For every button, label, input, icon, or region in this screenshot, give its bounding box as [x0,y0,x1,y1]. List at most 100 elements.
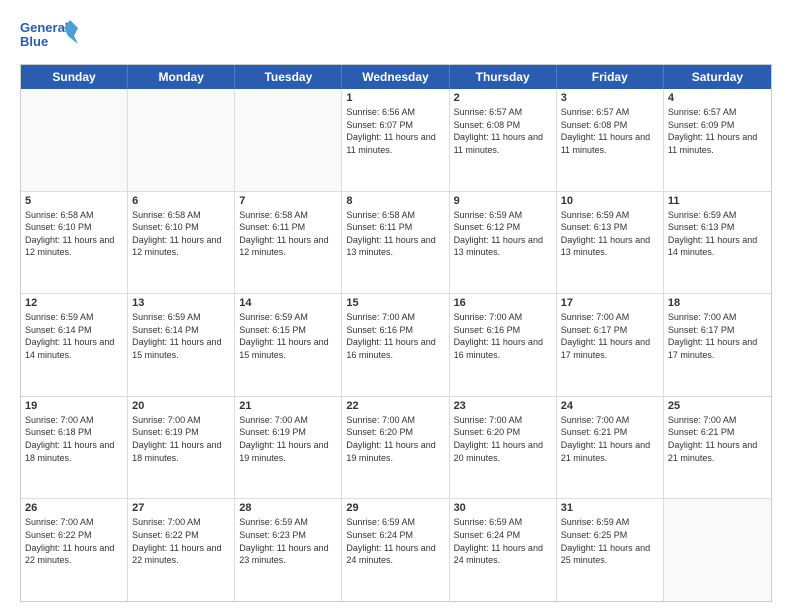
day-info: Sunrise: 7:00 AM Sunset: 6:17 PM Dayligh… [668,311,767,361]
day-info: Sunrise: 7:00 AM Sunset: 6:18 PM Dayligh… [25,414,123,464]
day-cell-20: 20 Sunrise: 7:00 AM Sunset: 6:19 PM Dayli… [128,397,235,499]
day-number: 31 [561,502,659,514]
day-info: Sunrise: 7:00 AM Sunset: 6:17 PM Dayligh… [561,311,659,361]
page: General Blue SundayMondayTuesdayWednesda… [0,0,792,612]
day-number: 30 [454,502,552,514]
day-cell-1: 1Sunrise: 6:56 AM Sunset: 6:07 PM Daylig… [342,89,449,191]
day-cell-23: 23Sunrise: 7:00 AM Sunset: 6:20 PM Dayli… [450,397,557,499]
day-info: Sunrise: 7:00 AM Sunset: 6:16 PM Dayligh… [346,311,444,361]
day-info: Sunrise: 6:58 AM Sunset: 6:11 PM Dayligh… [346,209,444,259]
svg-text:General: General [20,20,68,35]
day-info: Sunrise: 6:58 AM Sunset: 6:10 PM Dayligh… [132,209,230,259]
day-cell-7: 7 Sunrise: 6:58 AM Sunset: 6:11 PM Daylig… [235,192,342,294]
day-info: Sunrise: 7:00 AM Sunset: 6:22 PM Dayligh… [132,516,230,566]
day-info: Sunrise: 6:57 AM Sunset: 6:08 PM Dayligh… [454,106,552,156]
day-info: Sunrise: 6:59 AM Sunset: 6:23 PM Dayligh… [239,516,337,566]
calendar: SundayMondayTuesdayWednesdayThursdayFrid… [20,64,772,602]
day-info: Sunrise: 6:58 AM Sunset: 6:11 PM Dayligh… [239,209,337,259]
day-number: 28 [239,502,337,514]
day-cell-6: 6Sunrise: 6:58 AM Sunset: 6:10 PM Daylig… [128,192,235,294]
day-number: 21 [239,400,337,412]
day-info: Sunrise: 6:58 AM Sunset: 6:10 PM Dayligh… [25,209,123,259]
day-number: 16 [454,297,552,309]
logo-icon: General Blue [20,16,80,56]
day-cell-2: 2Sunrise: 6:57 AM Sunset: 6:08 PM Daylig… [450,89,557,191]
day-info: Sunrise: 7:00 AM Sunset: 6:20 PM Dayligh… [346,414,444,464]
header-cell-saturday: Saturday [664,65,771,89]
day-cell-12: 12 Sunrise: 6:59 AM Sunset: 6:14 PM Dayli… [21,294,128,396]
day-cell-4: 4 Sunrise: 6:57 AM Sunset: 6:09 PM Daylig… [664,89,771,191]
day-cell-13: 13Sunrise: 6:59 AM Sunset: 6:14 PM Dayli… [128,294,235,396]
day-cell-28: 28 Sunrise: 6:59 AM Sunset: 6:23 PM Dayli… [235,499,342,601]
day-number: 20 [132,400,230,412]
day-number: 10 [561,195,659,207]
day-number: 25 [668,400,767,412]
day-number: 19 [25,400,123,412]
day-number: 8 [346,195,444,207]
day-number: 29 [346,502,444,514]
day-cell-26: 26 Sunrise: 7:00 AM Sunset: 6:22 PM Dayli… [21,499,128,601]
day-info: Sunrise: 6:59 AM Sunset: 6:24 PM Dayligh… [346,516,444,566]
day-cell-empty [235,89,342,191]
day-info: Sunrise: 7:00 AM Sunset: 6:16 PM Dayligh… [454,311,552,361]
day-cell-empty [664,499,771,601]
day-cell-22: 22 Sunrise: 7:00 AM Sunset: 6:20 PM Dayli… [342,397,449,499]
day-cell-14: 14Sunrise: 6:59 AM Sunset: 6:15 PM Dayli… [235,294,342,396]
header-cell-thursday: Thursday [450,65,557,89]
day-info: Sunrise: 7:00 AM Sunset: 6:19 PM Dayligh… [132,414,230,464]
calendar-row-0: 1Sunrise: 6:56 AM Sunset: 6:07 PM Daylig… [21,89,771,192]
day-number: 13 [132,297,230,309]
day-cell-19: 19 Sunrise: 7:00 AM Sunset: 6:18 PM Dayli… [21,397,128,499]
day-cell-18: 18Sunrise: 7:00 AM Sunset: 6:17 PM Dayli… [664,294,771,396]
day-number: 11 [668,195,767,207]
day-cell-5: 5 Sunrise: 6:58 AM Sunset: 6:10 PM Daylig… [21,192,128,294]
day-info: Sunrise: 6:59 AM Sunset: 6:13 PM Dayligh… [561,209,659,259]
day-cell-25: 25 Sunrise: 7:00 AM Sunset: 6:21 PM Dayli… [664,397,771,499]
day-cell-10: 10 Sunrise: 6:59 AM Sunset: 6:13 PM Dayli… [557,192,664,294]
day-number: 5 [25,195,123,207]
header-cell-sunday: Sunday [21,65,128,89]
day-cell-17: 17 Sunrise: 7:00 AM Sunset: 6:17 PM Dayli… [557,294,664,396]
day-cell-16: 16 Sunrise: 7:00 AM Sunset: 6:16 PM Dayli… [450,294,557,396]
day-info: Sunrise: 6:56 AM Sunset: 6:07 PM Dayligh… [346,106,444,156]
day-cell-empty [128,89,235,191]
day-cell-27: 27Sunrise: 7:00 AM Sunset: 6:22 PM Dayli… [128,499,235,601]
day-cell-29: 29 Sunrise: 6:59 AM Sunset: 6:24 PM Dayli… [342,499,449,601]
day-number: 4 [668,92,767,104]
day-info: Sunrise: 6:59 AM Sunset: 6:13 PM Dayligh… [668,209,767,259]
day-number: 15 [346,297,444,309]
svg-text:Blue: Blue [20,34,48,49]
day-info: Sunrise: 6:57 AM Sunset: 6:09 PM Dayligh… [668,106,767,156]
day-cell-3: 3Sunrise: 6:57 AM Sunset: 6:08 PM Daylig… [557,89,664,191]
day-info: Sunrise: 7:00 AM Sunset: 6:21 PM Dayligh… [561,414,659,464]
calendar-row-2: 12 Sunrise: 6:59 AM Sunset: 6:14 PM Dayli… [21,294,771,397]
day-info: Sunrise: 6:59 AM Sunset: 6:14 PM Dayligh… [25,311,123,361]
logo: General Blue [20,16,80,56]
calendar-row-1: 5 Sunrise: 6:58 AM Sunset: 6:10 PM Daylig… [21,192,771,295]
day-cell-21: 21Sunrise: 7:00 AM Sunset: 6:19 PM Dayli… [235,397,342,499]
day-number: 26 [25,502,123,514]
day-cell-8: 8 Sunrise: 6:58 AM Sunset: 6:11 PM Daylig… [342,192,449,294]
day-info: Sunrise: 7:00 AM Sunset: 6:20 PM Dayligh… [454,414,552,464]
header-cell-tuesday: Tuesday [235,65,342,89]
day-info: Sunrise: 6:57 AM Sunset: 6:08 PM Dayligh… [561,106,659,156]
calendar-row-4: 26 Sunrise: 7:00 AM Sunset: 6:22 PM Dayli… [21,499,771,601]
day-number: 12 [25,297,123,309]
day-cell-31: 31Sunrise: 6:59 AM Sunset: 6:25 PM Dayli… [557,499,664,601]
calendar-row-3: 19 Sunrise: 7:00 AM Sunset: 6:18 PM Dayli… [21,397,771,500]
day-cell-empty [21,89,128,191]
day-number: 7 [239,195,337,207]
day-number: 22 [346,400,444,412]
day-number: 24 [561,400,659,412]
day-cell-9: 9Sunrise: 6:59 AM Sunset: 6:12 PM Daylig… [450,192,557,294]
header-cell-monday: Monday [128,65,235,89]
calendar-body: 1Sunrise: 6:56 AM Sunset: 6:07 PM Daylig… [21,89,771,601]
day-info: Sunrise: 7:00 AM Sunset: 6:21 PM Dayligh… [668,414,767,464]
day-info: Sunrise: 7:00 AM Sunset: 6:22 PM Dayligh… [25,516,123,566]
day-number: 17 [561,297,659,309]
day-cell-30: 30Sunrise: 6:59 AM Sunset: 6:24 PM Dayli… [450,499,557,601]
day-info: Sunrise: 6:59 AM Sunset: 6:12 PM Dayligh… [454,209,552,259]
header-cell-wednesday: Wednesday [342,65,449,89]
day-cell-15: 15 Sunrise: 7:00 AM Sunset: 6:16 PM Dayli… [342,294,449,396]
top-section: General Blue [20,16,772,56]
